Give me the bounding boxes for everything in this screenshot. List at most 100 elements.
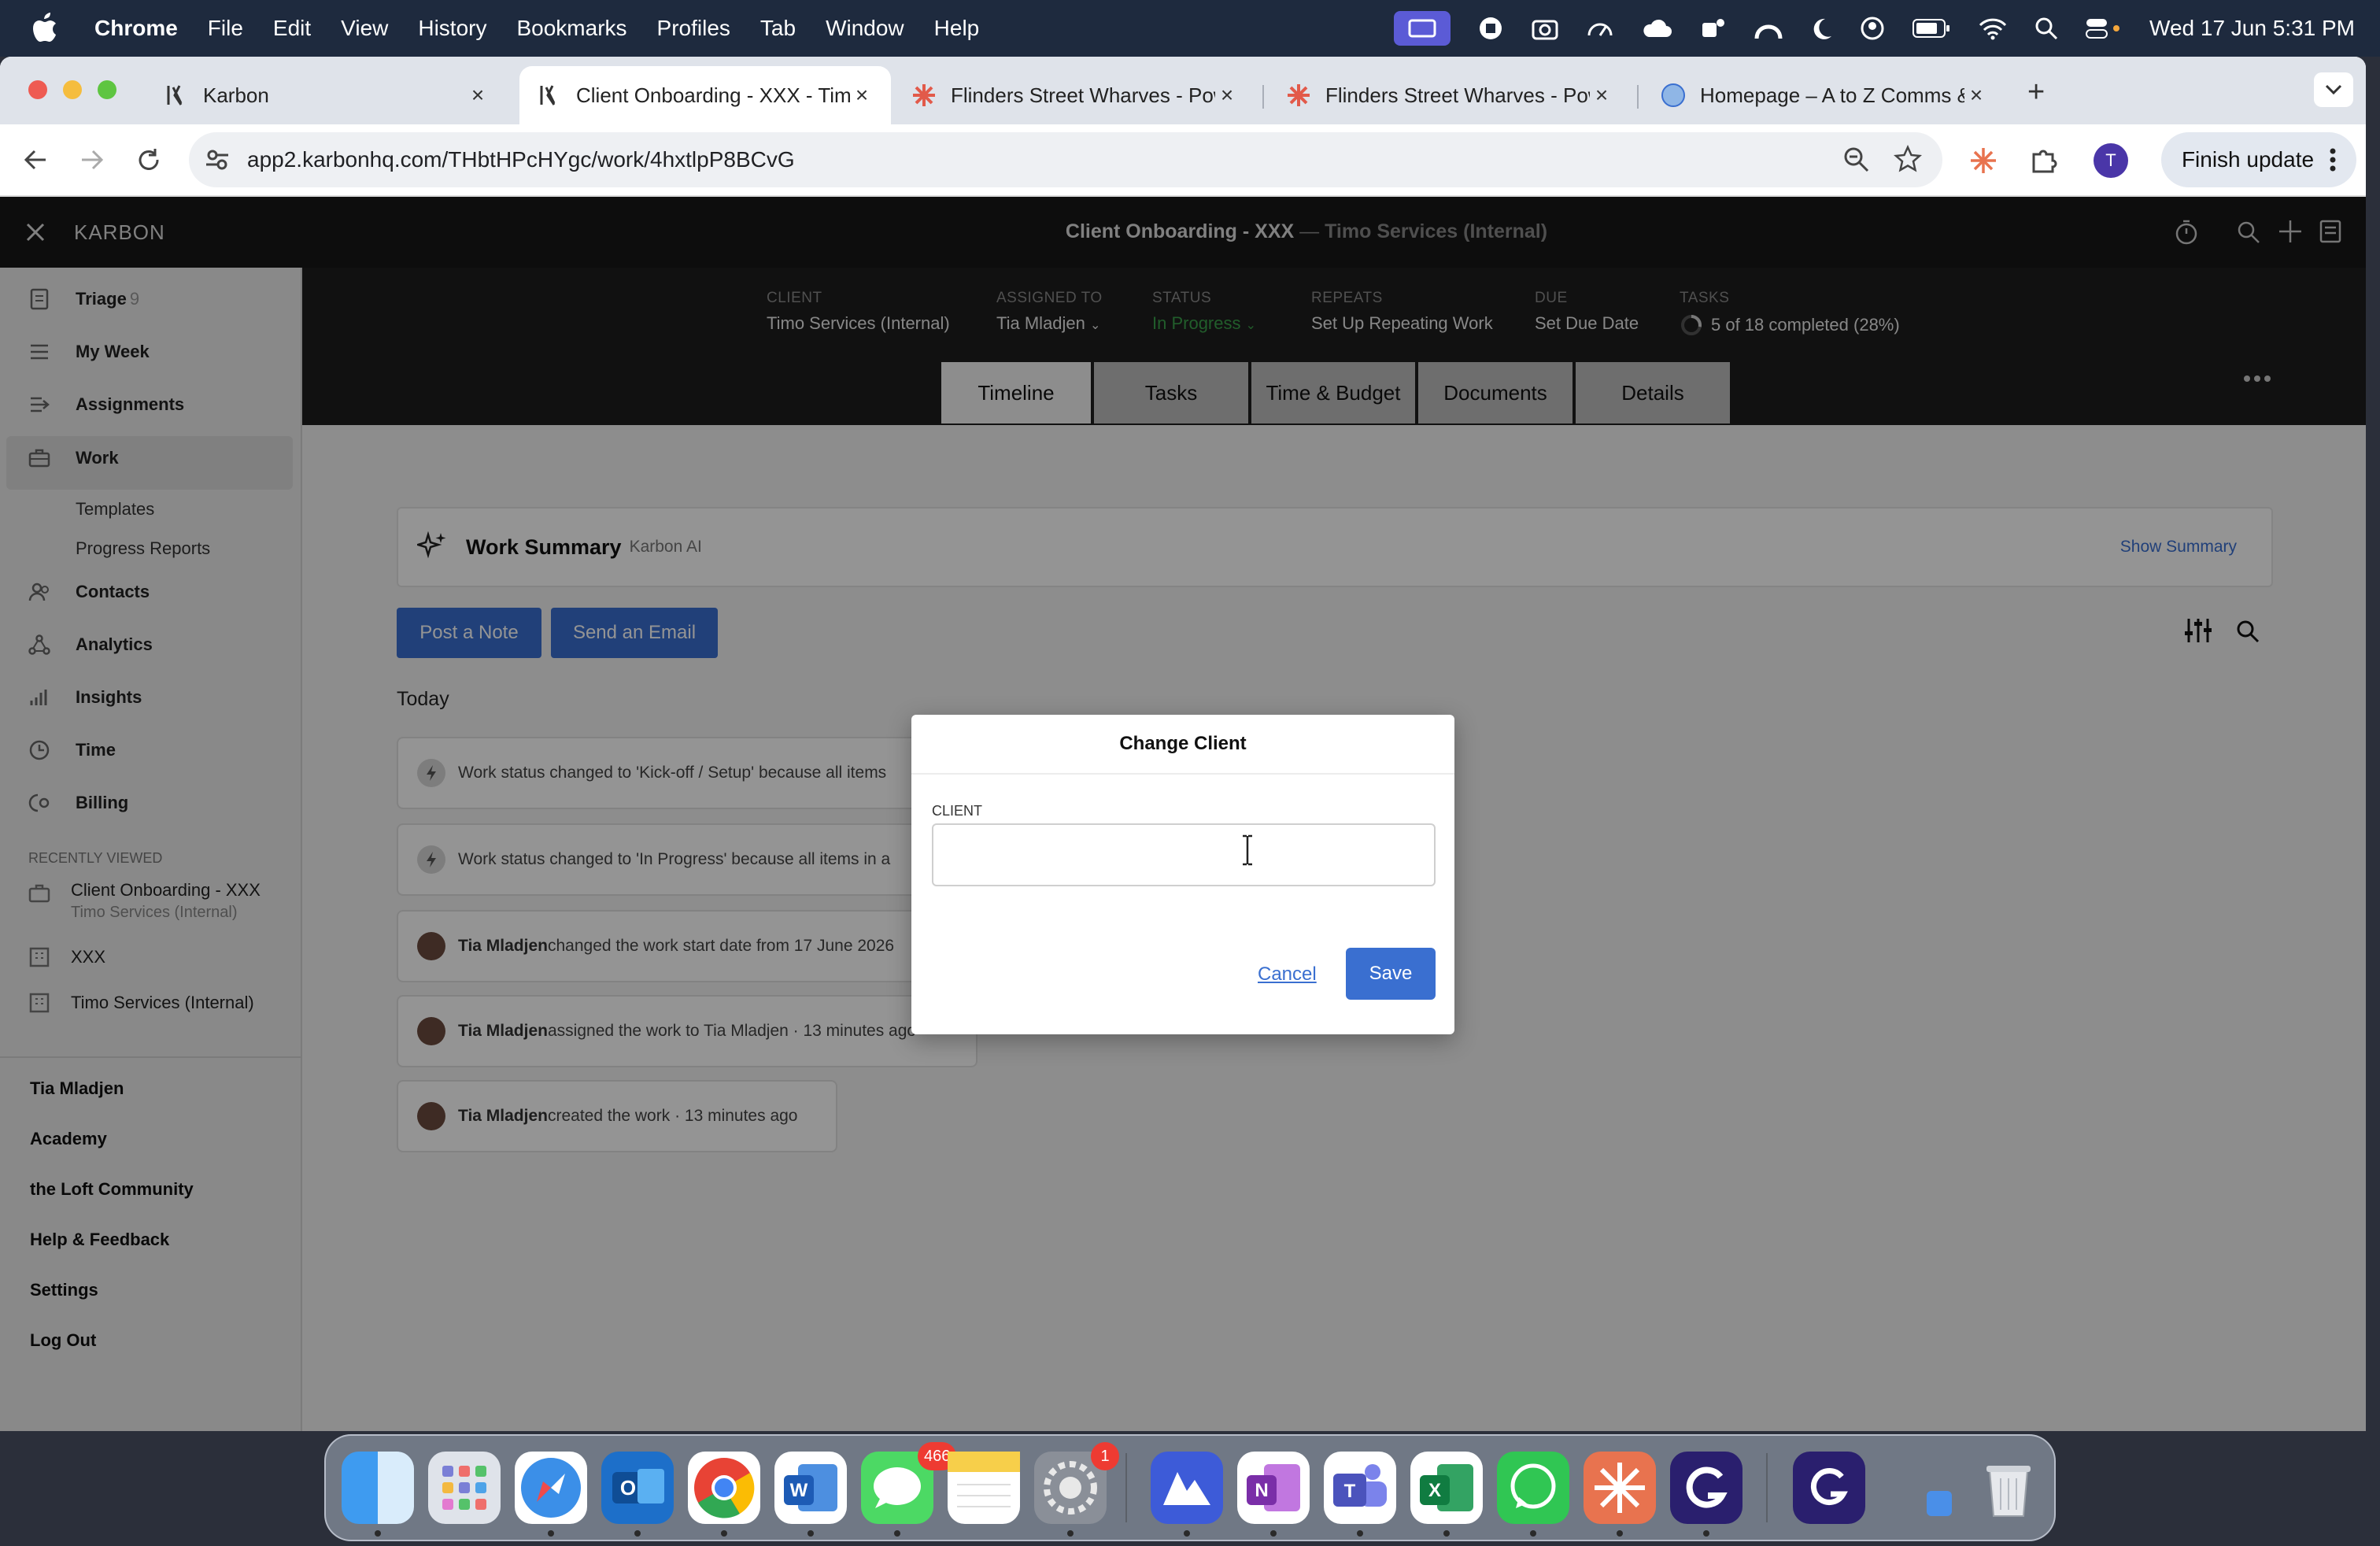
downloads-stack-icon[interactable] [1927,1491,1952,1516]
grammarly-icon[interactable] [1670,1452,1743,1524]
teams-icon[interactable]: T [1324,1452,1396,1524]
menu-edit[interactable]: Edit [273,16,311,41]
tab-title: Flinders Street Wharves - Power [1325,83,1590,107]
bookmark-star-icon[interactable] [1894,145,1922,173]
browser-tab-flinders-2[interactable]: Flinders Street Wharves - Power × [1269,66,1631,124]
gauge-icon[interactable] [1586,15,1614,42]
browser-tab-flinders-1[interactable]: Flinders Street Wharves - Power × [894,66,1256,124]
profile-avatar[interactable]: T [2094,143,2128,178]
karbon-favicon-icon [164,83,189,108]
trash-icon[interactable] [1972,1452,2045,1524]
running-indicator [634,1530,641,1537]
menu-window[interactable]: Window [826,16,904,41]
globe-favicon-icon [1661,83,1686,108]
close-tab-icon[interactable]: × [850,83,874,108]
chrome-icon[interactable] [688,1452,760,1524]
asterisk-app-icon[interactable] [1584,1452,1656,1524]
dock-divider [1125,1453,1127,1522]
save-button[interactable]: Save [1346,948,1436,1000]
tab-search-icon[interactable] [2314,72,2353,107]
close-tab-icon[interactable]: × [1964,83,1988,108]
vpn-icon[interactable] [1151,1452,1223,1524]
maximize-window-button[interactable] [98,80,116,99]
apple-menu-icon[interactable] [31,13,63,44]
cloud-icon[interactable] [1641,17,1672,40]
browser-tab-homepage[interactable]: Homepage – A to Z Comms & IT × [1643,66,2005,124]
browser-tab-karbon[interactable]: Karbon × [146,66,507,124]
running-indicator [1270,1530,1277,1537]
close-tab-icon[interactable]: × [466,83,490,108]
settings-badge: 1 [1091,1442,1119,1470]
client-field-label: CLIENT [932,803,983,819]
running-indicator [1617,1530,1623,1537]
reload-icon[interactable] [135,146,162,173]
address-bar[interactable]: app2.karbonhq.com/THbtHPcHYgc/work/4hxtl… [189,132,1942,187]
menu-bookmarks[interactable]: Bookmarks [516,16,626,41]
url-text[interactable]: app2.karbonhq.com/THbtHPcHYgc/work/4hxtl… [247,147,795,172]
minimize-window-button[interactable] [63,80,82,99]
outlook-icon[interactable]: O [601,1452,674,1524]
control-center-icon[interactable] [2085,17,2123,40]
browser-toolbar: app2.karbonhq.com/THbtHPcHYgc/work/4hxtl… [0,124,2366,197]
moon-icon[interactable] [1809,16,1833,41]
menu-tab[interactable]: Tab [760,16,796,41]
screen-share-icon[interactable] [1394,11,1451,46]
new-tab-icon[interactable]: + [2027,76,2045,109]
launchpad-icon[interactable] [428,1452,501,1524]
running-indicator [1067,1530,1074,1537]
svg-text:W: W [790,1480,808,1501]
site-settings-icon[interactable] [205,147,230,172]
menu-app-name[interactable]: Chrome [94,16,178,41]
back-icon[interactable] [22,146,49,173]
menu-profiles[interactable]: Profiles [657,16,730,41]
close-tab-icon[interactable]: × [1590,83,1613,108]
excel-icon[interactable]: X [1410,1452,1483,1524]
karbon-favicon-icon [537,83,562,108]
menu-file[interactable]: File [208,16,243,41]
spotlight-icon[interactable] [2034,17,2058,40]
teams-menu-icon[interactable] [1699,15,1728,42]
close-tab-icon[interactable]: × [1215,83,1239,108]
cancel-button[interactable]: Cancel [1258,963,1317,986]
running-indicator [1443,1530,1450,1537]
menu-status-area: Wed 17 Jun 5:31 PM [1394,0,2355,57]
finish-update-button[interactable]: Finish update [2161,132,2356,187]
browser-tab-client-onboarding[interactable]: Client Onboarding - XXX - Timo Services … [519,66,891,124]
onenote-icon[interactable]: N [1237,1452,1310,1524]
running-indicator [548,1530,554,1537]
wifi-icon[interactable] [1978,17,2008,40]
svg-text:O: O [620,1476,636,1500]
user-icon[interactable] [1860,16,1885,41]
finder-icon[interactable] [342,1452,414,1524]
camera-icon[interactable] [1531,15,1559,42]
arch-icon[interactable] [1754,15,1783,42]
grammarly-document-icon[interactable] [1793,1452,1865,1524]
safari-icon[interactable] [515,1452,587,1524]
running-indicator [1357,1530,1363,1537]
running-indicator [1530,1530,1536,1537]
close-window-button[interactable] [28,80,47,99]
dialog-title: Change Client [911,715,1454,775]
karbon-app: KARBON Client Onboarding - XXX — Timo Se… [0,197,2366,1431]
menu-history[interactable]: History [418,16,486,41]
svg-text:N: N [1255,1480,1268,1501]
asterisk-favicon-icon [911,83,937,108]
tab-title: Karbon [203,83,269,107]
extension-asterisk-icon[interactable] [1969,146,1998,175]
word-icon[interactable]: W [774,1452,847,1524]
menu-help[interactable]: Help [934,16,980,41]
battery-icon[interactable] [1912,17,1951,39]
whatsapp-icon[interactable] [1497,1452,1569,1524]
client-input[interactable] [932,823,1436,886]
text-cursor-icon [1240,834,1255,866]
forward-icon[interactable] [79,146,105,173]
menu-view[interactable]: View [341,16,388,41]
svg-text:X: X [1428,1480,1441,1501]
extensions-puzzle-icon[interactable] [2029,146,2057,175]
more-vert-icon [2330,148,2336,172]
record-icon[interactable] [1477,15,1504,42]
menu-clock[interactable]: Wed 17 Jun 5:31 PM [2149,16,2355,41]
notes-icon[interactable] [948,1452,1020,1524]
running-indicator [894,1530,900,1537]
zoom-icon[interactable] [1843,146,1870,173]
